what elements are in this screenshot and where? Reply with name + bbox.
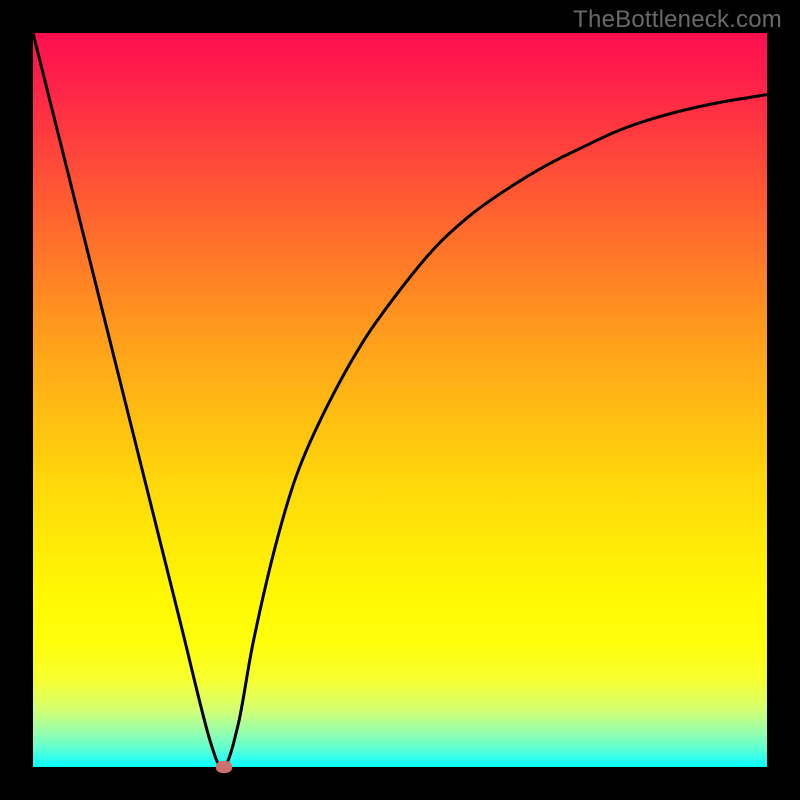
watermark-text: TheBottleneck.com	[573, 6, 782, 34]
chart-frame: TheBottleneck.com	[0, 0, 800, 800]
bottleneck-curve	[33, 33, 767, 767]
plot-area	[33, 33, 767, 767]
optimal-point-marker	[216, 761, 232, 773]
curve-path	[33, 33, 767, 767]
